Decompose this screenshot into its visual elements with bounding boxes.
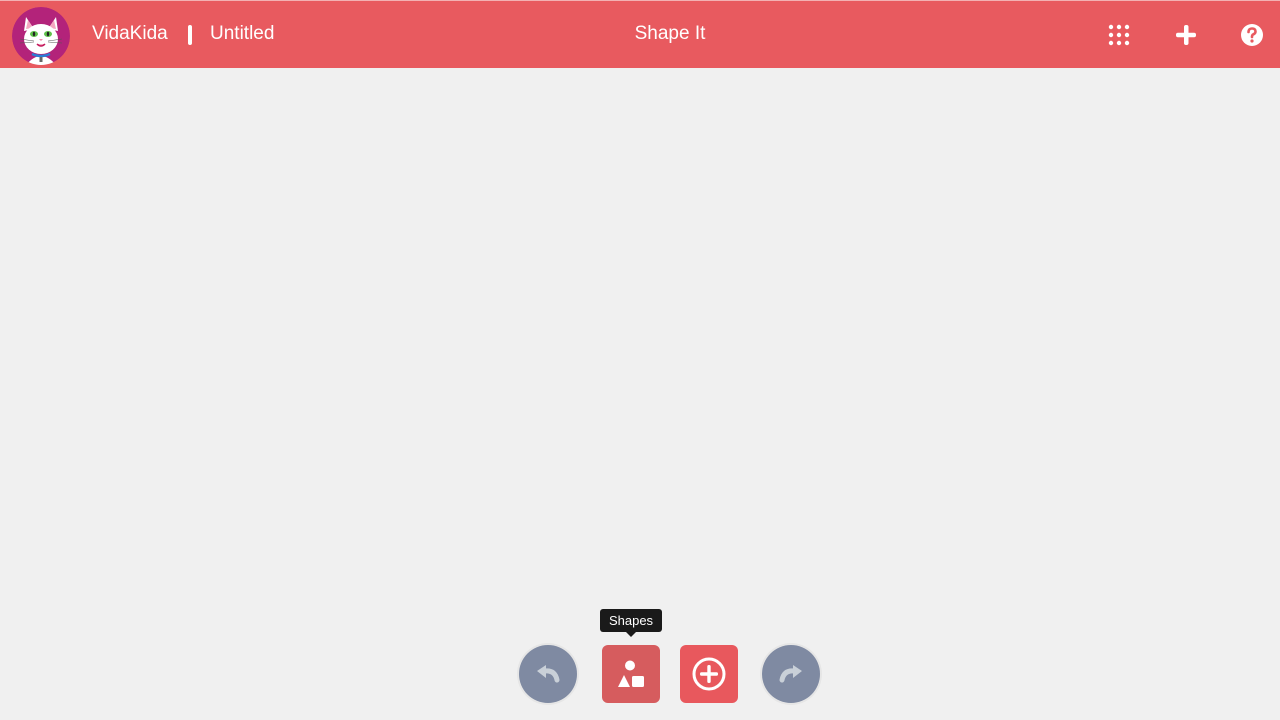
cat-avatar-icon — [12, 7, 70, 65]
title-separator — [188, 25, 192, 45]
redo-icon — [779, 665, 802, 683]
apps-grid-icon — [1108, 24, 1130, 46]
shapes-tooltip: Shapes — [600, 609, 662, 637]
add-circle-icon — [692, 657, 726, 691]
brand-name: VidaKida — [92, 23, 168, 44]
undo-icon — [537, 665, 560, 683]
top-bar: VidaKida Untitled Shape It — [0, 0, 1280, 68]
bottom-toolbar — [0, 645, 1280, 703]
new-button[interactable] — [1172, 21, 1200, 49]
undo-button[interactable] — [519, 645, 577, 703]
help-icon — [1241, 24, 1263, 46]
plus-icon — [1176, 25, 1196, 45]
shapes-button[interactable] — [602, 645, 660, 703]
redo-button[interactable] — [762, 645, 820, 703]
add-button[interactable] — [680, 645, 738, 703]
avatar[interactable] — [12, 7, 70, 65]
app-title: Shape It — [634, 23, 706, 44]
apps-button[interactable] — [1105, 21, 1133, 49]
help-button[interactable] — [1238, 21, 1266, 49]
document-title[interactable]: Untitled — [210, 23, 274, 45]
shapes-icon — [618, 660, 644, 687]
